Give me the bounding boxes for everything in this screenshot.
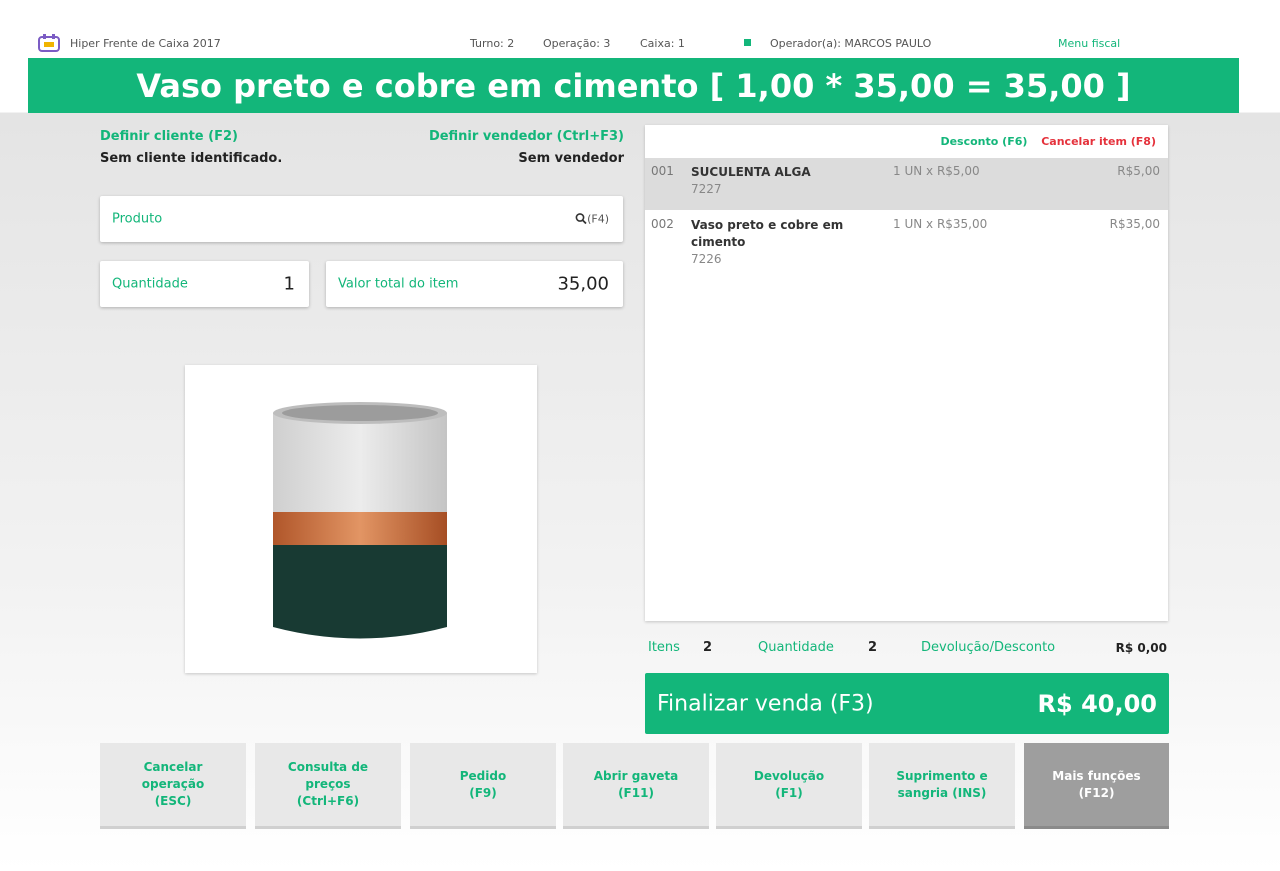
set-client-link[interactable]: Definir cliente (F2): [100, 129, 238, 144]
operation-label: Operação: 3: [543, 37, 611, 50]
online-status-icon: [744, 39, 751, 46]
list-actions: Desconto (F6) Cancelar item (F8): [930, 135, 1156, 148]
discount-button[interactable]: Desconto (F6): [940, 135, 1027, 148]
item-name: Vaso preto e cobre em cimento: [691, 218, 844, 249]
item-name: SUCULENTA ALGA: [691, 165, 811, 179]
app-name: Hiper Frente de Caixa 2017: [70, 37, 221, 50]
product-search-field[interactable]: Produto (F4): [100, 196, 623, 242]
item-total: R$5,00: [1117, 164, 1160, 178]
quantity-field[interactable]: Quantidade 1: [100, 261, 309, 307]
supply-withdrawal-label: Suprimento e sangria (INS): [896, 768, 988, 800]
list-item[interactable]: 002 Vaso preto e cobre em cimento 7226 1…: [645, 211, 1168, 281]
refund-button[interactable]: Devolução (F1): [716, 743, 862, 829]
seller-value: Sem vendedor: [518, 151, 624, 166]
item-total-label: Valor total do item: [338, 276, 459, 292]
shift-label: Turno: 2: [470, 37, 515, 50]
cancel-operation-button[interactable]: Cancelar operação (ESC): [100, 743, 246, 829]
price-lookup-button[interactable]: Consulta de preços (Ctrl+F6): [255, 743, 401, 829]
item-total-field[interactable]: Valor total do item 35,00: [326, 261, 623, 307]
register-label: Caixa: 1: [640, 37, 685, 50]
finalize-sale-button[interactable]: Finalizar venda (F3) R$ 40,00: [645, 673, 1169, 734]
search-shortcut: (F4): [587, 212, 609, 226]
item-number: 002: [651, 217, 674, 231]
order-label: Pedido (F9): [459, 768, 507, 800]
finalize-label: Finalizar venda (F3): [657, 691, 874, 716]
open-drawer-button[interactable]: Abrir gaveta (F11): [563, 743, 709, 829]
banner-text: Vaso preto e cobre em cimento [ 1,00 * 3…: [136, 66, 1131, 105]
quantity-label: Quantidade: [112, 276, 188, 292]
list-item[interactable]: 001 SUCULENTA ALGA 7227 1 UN x R$5,00 R$…: [645, 158, 1168, 210]
item-number: 001: [651, 164, 674, 178]
search-icon: [575, 213, 587, 225]
open-drawer-label: Abrir gaveta (F11): [593, 768, 679, 800]
item-code: 7226: [691, 252, 722, 266]
item-list-panel: Desconto (F6) Cancelar item (F8) 001 SUC…: [645, 125, 1168, 621]
sale-total-amount: R$ 40,00: [1037, 689, 1157, 718]
order-button[interactable]: Pedido (F9): [410, 743, 556, 829]
current-item-banner: Vaso preto e cobre em cimento [ 1,00 * 3…: [28, 58, 1239, 113]
product-search-hint[interactable]: (F4): [575, 213, 609, 226]
quantity-value: 1: [283, 273, 295, 295]
client-value: Sem cliente identificado.: [100, 151, 283, 166]
vase-icon: [273, 402, 447, 639]
app-logo-icon: [38, 34, 60, 52]
item-code: 7227: [691, 182, 722, 196]
product-label: Produto: [112, 211, 163, 227]
set-seller-link[interactable]: Definir vendedor (Ctrl+F3): [429, 129, 624, 144]
item-qty-price: 1 UN x R$5,00: [893, 164, 980, 178]
fiscal-menu-link[interactable]: Menu fiscal: [1058, 37, 1120, 50]
product-image: [185, 365, 537, 673]
total-qty-label: Quantidade: [758, 640, 834, 655]
top-status-bar: Hiper Frente de Caixa 2017 Turno: 2 Oper…: [0, 28, 1280, 58]
operator-label: Operador(a): MARCOS PAULO: [770, 37, 932, 50]
item-total: R$35,00: [1109, 217, 1160, 231]
refund-label: Devolução (F1): [753, 768, 825, 800]
total-qty-value: 2: [868, 640, 878, 655]
items-count-value: 2: [703, 640, 713, 655]
more-functions-button[interactable]: Mais funções (F12): [1024, 743, 1169, 829]
refund-discount-label: Devolução/Desconto: [921, 640, 1056, 655]
cancel-item-button[interactable]: Cancelar item (F8): [1041, 135, 1156, 148]
supply-withdrawal-button[interactable]: Suprimento e sangria (INS): [869, 743, 1015, 829]
refund-discount-value: R$ 0,00: [1115, 641, 1167, 655]
items-count-label: Itens: [648, 640, 680, 655]
item-qty-price: 1 UN x R$35,00: [893, 217, 988, 231]
price-lookup-label: Consulta de preços (Ctrl+F6): [287, 760, 369, 808]
more-functions-label: Mais funções (F12): [1052, 768, 1141, 800]
item-total-value: 35,00: [557, 273, 609, 295]
cancel-operation-label: Cancelar operação (ESC): [141, 760, 205, 808]
